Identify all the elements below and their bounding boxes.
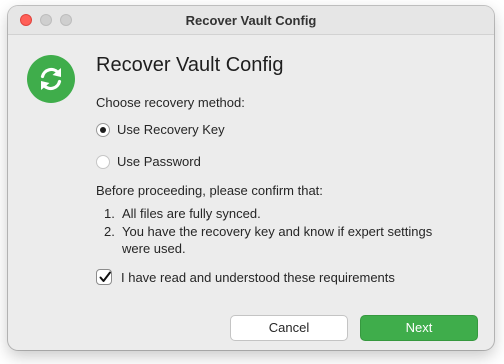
window-title: Recover Vault Config (185, 13, 317, 28)
checkmark-icon (99, 271, 111, 282)
requirement-1-number: 1. (104, 206, 115, 221)
option-password-label[interactable]: Use Password (117, 154, 201, 169)
dialog-heading: Recover Vault Config (96, 54, 284, 76)
cancel-button[interactable]: Cancel (230, 315, 348, 341)
option-recovery-key-label[interactable]: Use Recovery Key (117, 122, 225, 137)
title-bar[interactable]: Recover Vault Config (8, 6, 494, 35)
radio-recovery-key[interactable] (96, 123, 110, 137)
confirm-intro-text: Before proceeding, please confirm that: (96, 183, 323, 198)
requirement-2-number: 2. (104, 224, 115, 239)
dialog-window: Recover Vault Config Recover Vault Confi… (8, 6, 494, 350)
dialog-content: Recover Vault Config Choose recovery met… (8, 35, 494, 350)
radio-selected-dot (100, 127, 106, 133)
confirm-requirements-checkbox[interactable] (96, 269, 112, 285)
sync-arrows-icon (27, 55, 75, 103)
requirement-2-text-line1: You have the recovery key and know if ex… (122, 224, 433, 239)
confirm-requirements-label[interactable]: I have read and understood these require… (121, 270, 395, 285)
recovery-method-label: Choose recovery method: (96, 95, 245, 110)
requirement-2-text-line2: were used. (122, 241, 186, 256)
next-button[interactable]: Next (360, 315, 478, 341)
radio-password[interactable] (96, 155, 110, 169)
requirement-1-text: All files are fully synced. (122, 206, 261, 221)
